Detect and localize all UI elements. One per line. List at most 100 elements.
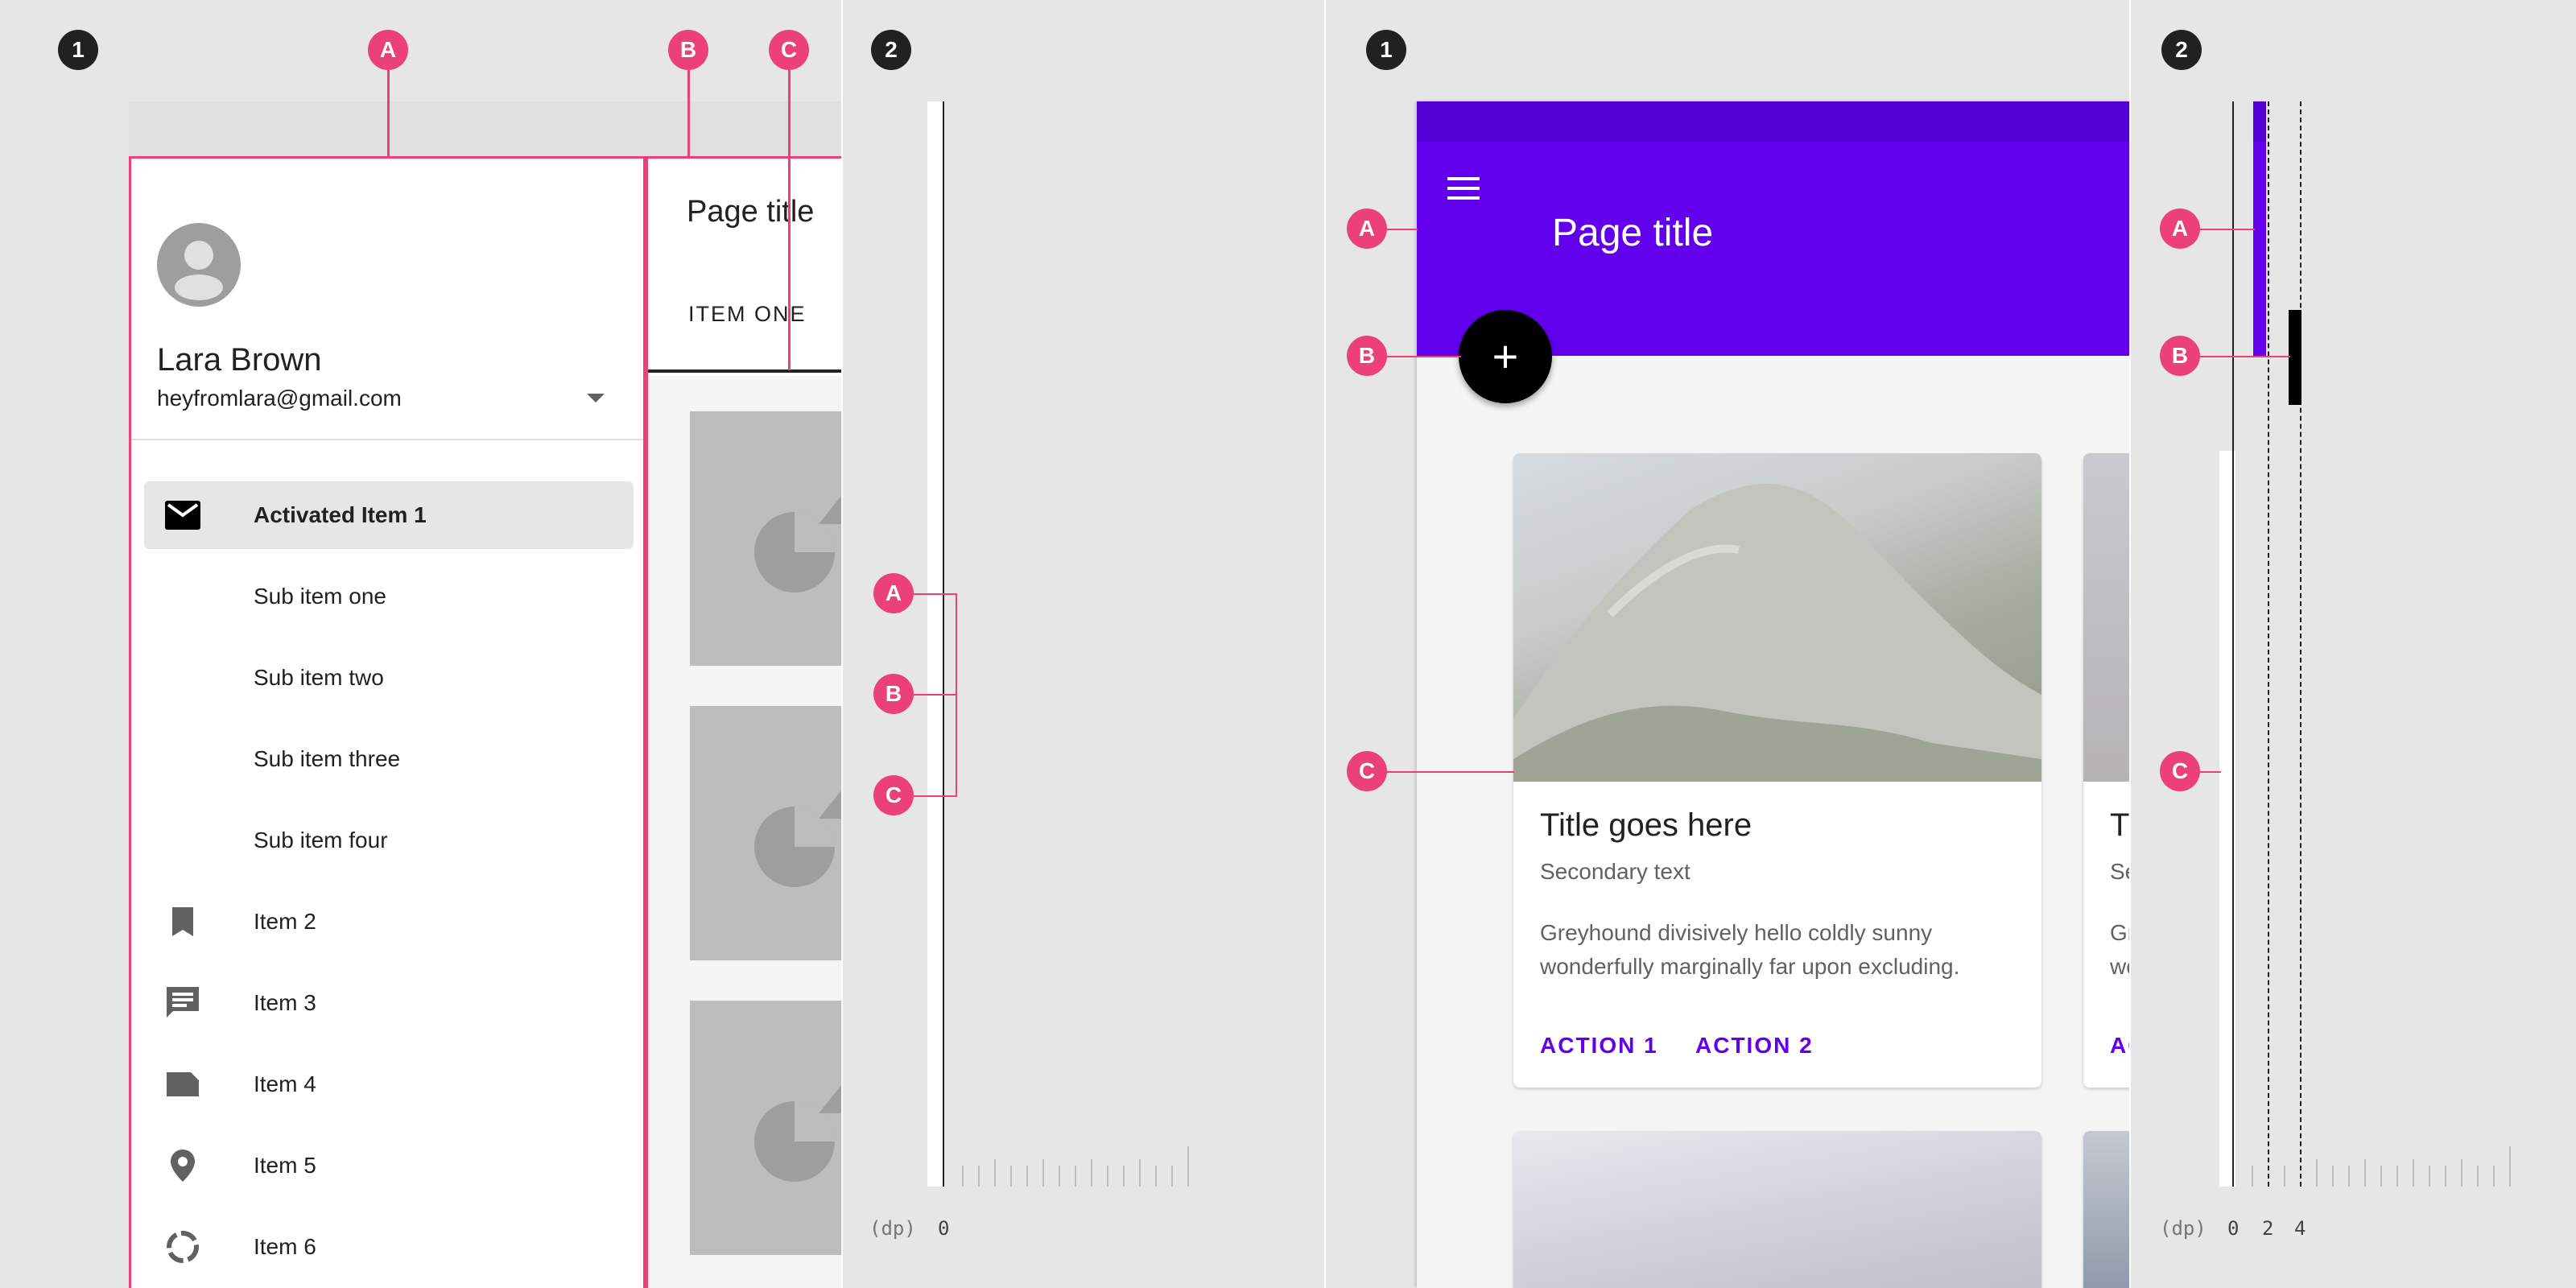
image-placeholder-icon bbox=[754, 1085, 841, 1182]
plus-icon: + bbox=[1492, 331, 1519, 382]
drawer-item-activated[interactable]: Activated Item 1 bbox=[144, 481, 634, 549]
content-card[interactable]: Title goes here Secondary text Greyhound… bbox=[1513, 453, 2041, 1088]
image-placeholder bbox=[690, 411, 841, 666]
card-title: Title goes here bbox=[1540, 807, 1752, 843]
label-icon bbox=[157, 1059, 208, 1110]
drawer-item-6[interactable]: Item 6 bbox=[144, 1213, 634, 1281]
drawer-panel: 1 Lara Brown heyfromlara@gmail.com Activ… bbox=[0, 0, 841, 1288]
drawer-sub-item-two[interactable]: Sub item two bbox=[144, 644, 634, 712]
card-media-image bbox=[2083, 453, 2129, 782]
elevation-panel-1: 2 A B C (dp) 0 bbox=[841, 0, 1324, 1288]
drawer-item-label: Item 4 bbox=[254, 1071, 316, 1096]
page-title: Page title bbox=[687, 195, 815, 229]
card-media-image bbox=[1513, 1131, 2041, 1288]
app-bar-title: Page title bbox=[1552, 212, 1714, 254]
user-email: heyfromlara@gmail.com bbox=[157, 386, 402, 411]
content-card-lower-peek[interactable] bbox=[2083, 1131, 2129, 1288]
drawer-item-4[interactable]: Item 4 bbox=[144, 1051, 634, 1118]
app-bar-side-status bbox=[2253, 101, 2266, 142]
content-area: Page title ITEM ONE bbox=[646, 156, 841, 1288]
drawer-item-3[interactable]: Item 3 bbox=[144, 969, 634, 1037]
card-action-1-button[interactable]: ACTION 1 bbox=[1540, 1033, 1658, 1059]
drawer-item-5[interactable]: Item 5 bbox=[144, 1132, 634, 1199]
card-media-image bbox=[2083, 1131, 2129, 1288]
bookmark-icon bbox=[157, 896, 208, 947]
card-action-peek[interactable]: AC bbox=[2110, 1033, 2129, 1059]
annotation-line-c bbox=[788, 60, 791, 370]
surface-edge bbox=[927, 101, 943, 1187]
chat-icon bbox=[157, 977, 208, 1029]
drawer-item-label: Sub item four bbox=[254, 828, 388, 852]
annotation-badge-a: A bbox=[873, 573, 914, 613]
drawer-item-label: Sub item three bbox=[254, 746, 401, 771]
drawer-sub-item-three[interactable]: Sub item three bbox=[144, 725, 634, 793]
progress-ring-icon bbox=[157, 1221, 208, 1273]
step-badge-1: 1 bbox=[58, 30, 98, 70]
card-body-line-2: wo bbox=[2110, 954, 2129, 979]
avatar[interactable] bbox=[157, 223, 241, 307]
card-action-2-button[interactable]: ACTION 2 bbox=[1695, 1033, 1814, 1059]
status-bar bbox=[129, 101, 841, 157]
drawer-item-label: Item 6 bbox=[254, 1234, 316, 1259]
drawer-item-2[interactable]: Item 2 bbox=[144, 888, 634, 956]
step-badge-2: 2 bbox=[871, 30, 911, 70]
person-icon bbox=[175, 241, 223, 300]
account-dropdown-icon[interactable] bbox=[587, 394, 605, 402]
ruler-label-2: 2 bbox=[2262, 1217, 2274, 1240]
drawer-item-label: Activated Item 1 bbox=[254, 502, 427, 527]
annotation-badge-a: A bbox=[368, 30, 408, 70]
card-secondary-text: Se bbox=[2110, 859, 2129, 884]
rock-illustration bbox=[1513, 483, 2041, 782]
annotation-line-b bbox=[687, 60, 690, 157]
ruler-label-4: 4 bbox=[2294, 1217, 2306, 1240]
navigation-drawer: Lara Brown heyfromlara@gmail.com Activat… bbox=[129, 156, 646, 1288]
drawer-sub-item-four[interactable]: Sub item four bbox=[144, 807, 634, 874]
bracket-vertical bbox=[956, 593, 957, 797]
annotation-line-a bbox=[387, 60, 390, 157]
annotation-badge-a: A bbox=[2160, 208, 2200, 249]
drawer-header-divider bbox=[131, 439, 643, 440]
ruler-label-0: 0 bbox=[938, 1217, 950, 1240]
annotation-badge-c: C bbox=[2160, 751, 2200, 791]
mail-icon bbox=[157, 489, 208, 541]
drawer-item-label: Sub item two bbox=[254, 665, 384, 690]
annotation-badge-c: C bbox=[1347, 751, 1387, 791]
content-card-lower[interactable] bbox=[1513, 1131, 2041, 1288]
drawer-sub-item-one[interactable]: Sub item one bbox=[144, 563, 634, 630]
card-title: T bbox=[2110, 807, 2129, 843]
card-body-line-1: Gr bbox=[2110, 920, 2129, 945]
image-placeholder bbox=[690, 706, 841, 960]
status-bar bbox=[1417, 101, 2129, 142]
annotation-badge-b: B bbox=[873, 674, 914, 714]
ruler-unit: (dp) bbox=[869, 1217, 916, 1240]
ruler-unit: (dp) bbox=[2160, 1217, 2207, 1240]
drawer-item-label: Item 2 bbox=[254, 909, 316, 934]
card-body-line-2: wonderfully marginally far upon excludin… bbox=[1540, 954, 1960, 979]
add-fab-button[interactable]: + bbox=[1459, 310, 1552, 403]
elevation-panel-2: 2 A B C (dp) 0 2 4 bbox=[2129, 0, 2576, 1288]
image-placeholder bbox=[690, 1001, 841, 1255]
content-card-peek[interactable]: T Se Gr wo AC bbox=[2083, 453, 2129, 1088]
card-secondary-text: Secondary text bbox=[1540, 859, 1690, 884]
annotation-badge-b: B bbox=[2160, 336, 2200, 376]
annotation-badge-b: B bbox=[1347, 336, 1387, 376]
drawer-item-label: Item 5 bbox=[254, 1153, 316, 1178]
drawer-item-label: Sub item one bbox=[254, 584, 386, 609]
drawer-item-label: Item 3 bbox=[254, 990, 316, 1015]
ruler bbox=[943, 1143, 1265, 1187]
tab-item-one[interactable]: ITEM ONE bbox=[648, 302, 841, 353]
annotation-badge-a: A bbox=[1347, 208, 1387, 249]
menu-icon[interactable] bbox=[1447, 177, 1480, 201]
image-placeholder-icon bbox=[754, 496, 841, 592]
image-placeholder-icon bbox=[754, 791, 841, 887]
user-name: Lara Brown bbox=[157, 342, 322, 378]
annotation-badge-c: C bbox=[769, 30, 809, 70]
step-badge-2: 2 bbox=[2161, 30, 2202, 70]
ruler bbox=[2232, 1143, 2554, 1187]
annotation-badge-b: B bbox=[668, 30, 708, 70]
tab-indicator bbox=[648, 369, 841, 373]
step-badge-1: 1 bbox=[1366, 30, 1406, 70]
elevation-line-2 bbox=[2268, 101, 2269, 1187]
elevation-line-0 bbox=[2232, 101, 2234, 1187]
location-pin-icon bbox=[157, 1140, 208, 1191]
